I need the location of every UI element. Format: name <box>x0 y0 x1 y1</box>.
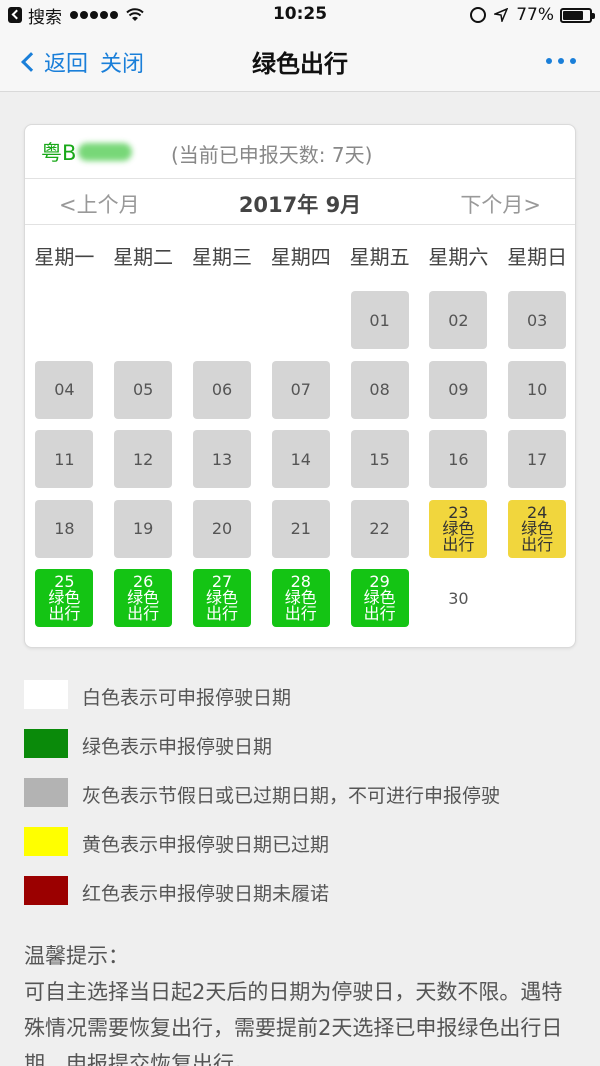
day-number: 13 <box>211 449 233 469</box>
calendar-day-30[interactable]: 30 <box>429 569 488 628</box>
green-trip-label: 出行 <box>127 604 160 624</box>
calendar-day-27[interactable]: 27 绿色 出行 <box>193 569 251 628</box>
day-number: 18 <box>54 519 75 539</box>
legend-item: 灰色表示节假日或已过期日期，不可进行申报停驶 <box>24 778 584 827</box>
day-number: 06 <box>211 380 233 400</box>
day-number: 30 <box>448 588 469 608</box>
calendar-day-07[interactable]: 07 <box>271 360 330 419</box>
calendar-grid: 01 02 03 04 05 06 07 08 09 10 11 12 13 14 15 16 17 18 19 20… <box>25 125 575 647</box>
color-legend: 白色表示可申报停驶日期 绿色表示申报停驶日期灰色表示节假日或已过期日期，不可进行申… <box>24 680 584 925</box>
calendar-day-08[interactable]: 08 <box>350 360 409 419</box>
green-trip-label: 出行 <box>442 534 475 554</box>
day-number: 08 <box>369 380 390 400</box>
green-trip-label: 出行 <box>363 604 396 624</box>
day-number: 21 <box>290 519 311 539</box>
day-number: 17 <box>527 449 548 469</box>
day-number: 01 <box>369 310 390 330</box>
green-trip-label: 出行 <box>205 604 238 624</box>
day-number: 04 <box>54 380 75 400</box>
battery-icon <box>560 7 595 23</box>
legend-item: 黄色表示申报停驶日期已过期 <box>24 827 584 876</box>
status-bar: 搜索 10:25 77% <box>0 0 600 30</box>
day-number: 19 <box>133 519 154 539</box>
calendar-card: 粤B (当前已申报天数: 7天) <上个月 2017年 9月 下个月> 星期一星… <box>24 124 576 648</box>
calendar-day-15[interactable]: 15 <box>350 430 409 489</box>
calendar-day-04[interactable]: 04 <box>35 360 94 419</box>
calendar-day-01[interactable]: 01 <box>350 291 409 349</box>
calendar-day-22[interactable]: 22 <box>350 499 409 558</box>
day-number: 15 <box>369 449 390 469</box>
page-title: 绿色出行 <box>252 50 348 78</box>
legend-swatch <box>24 876 68 905</box>
day-number: 14 <box>290 449 311 469</box>
calendar-day-10[interactable]: 10 <box>508 360 567 419</box>
green-trip-label: 出行 <box>521 534 554 554</box>
legend-text: 绿色表示申报停驶日期 <box>82 736 273 758</box>
legend-text: 白色表示可申报停驶日期 <box>82 687 292 709</box>
legend-item: 红色表示申报停驶日期未履诺 <box>24 876 584 925</box>
calendar-day-16[interactable]: 16 <box>429 430 488 489</box>
day-number: 02 <box>448 310 469 330</box>
day-number: 11 <box>54 449 75 469</box>
calendar-day-09[interactable]: 09 <box>429 360 488 419</box>
location-arrow-icon <box>494 8 509 22</box>
calendar-day-26[interactable]: 26 绿色 出行 <box>114 569 173 628</box>
day-number: 09 <box>448 380 469 400</box>
legend-text: 灰色表示节假日或已过期日期，不可进行申报停驶 <box>82 785 501 807</box>
calendar-day-13[interactable]: 13 <box>193 430 251 489</box>
more-dots-icon <box>546 58 552 64</box>
status-right: 77% <box>470 4 595 26</box>
legend-text: 黄色表示申报停驶日期已过期 <box>82 834 330 856</box>
day-number: 16 <box>448 449 469 469</box>
calendar-day-12[interactable]: 12 <box>114 430 173 489</box>
calendar-day-25[interactable]: 25 绿色 出行 <box>35 569 94 628</box>
calendar-day-05[interactable]: 05 <box>114 360 173 419</box>
day-number: 20 <box>211 519 233 539</box>
legend-swatch <box>24 680 68 709</box>
calendar-day-14[interactable]: 14 <box>271 430 330 489</box>
legend-swatch <box>24 729 68 758</box>
tips-section: 温馨提示： 可自主选择当日起2天后的日期为停驶日，天数不限。遇特殊情况需要恢复出… <box>24 938 576 1066</box>
legend-swatch <box>24 778 68 807</box>
calendar-day-03[interactable]: 03 <box>508 291 567 349</box>
day-number: 07 <box>290 380 311 400</box>
day-number: 05 <box>133 380 154 400</box>
calendar-day-29[interactable]: 29 绿色 出行 <box>350 569 409 628</box>
rotation-lock-icon <box>470 7 487 23</box>
green-trip-label: 出行 <box>284 604 317 624</box>
calendar-day-17[interactable]: 17 <box>508 430 567 489</box>
navigation-bar: 返回 关闭 绿色出行 <box>0 30 600 92</box>
calendar-day-21[interactable]: 21 <box>271 499 330 558</box>
day-number: 03 <box>527 310 548 330</box>
green-trip-label: 出行 <box>48 604 81 624</box>
calendar-day-20[interactable]: 20 <box>193 499 251 558</box>
calendar-day-11[interactable]: 11 <box>35 430 94 489</box>
calendar-day-18[interactable]: 18 <box>35 499 94 558</box>
calendar-day-02[interactable]: 02 <box>429 291 488 349</box>
legend-item: 白色表示可申报停驶日期 <box>24 680 584 729</box>
legend-swatch <box>24 827 68 856</box>
day-number: 12 <box>133 449 154 469</box>
legend-item: 绿色表示申报停驶日期 <box>24 729 584 778</box>
tips-body: 可自主选择当日起2天后的日期为停驶日，天数不限。遇特殊情况需要恢复出行，需要提前… <box>24 980 563 1066</box>
calendar-day-06[interactable]: 06 <box>193 360 251 419</box>
calendar-day-23[interactable]: 23 绿色 出行 <box>429 499 488 558</box>
more-menu-button[interactable] <box>540 58 576 64</box>
legend-text: 红色表示申报停驶日期未履诺 <box>82 883 330 905</box>
day-number: 22 <box>369 519 390 539</box>
calendar-day-24[interactable]: 24 绿色 出行 <box>508 499 567 558</box>
tips-title: 温馨提示： <box>24 944 129 968</box>
calendar-day-19[interactable]: 19 <box>114 499 173 558</box>
day-number: 10 <box>527 380 548 400</box>
calendar-day-28[interactable]: 28 绿色 出行 <box>271 569 330 628</box>
battery-percent: 77% <box>516 5 554 25</box>
